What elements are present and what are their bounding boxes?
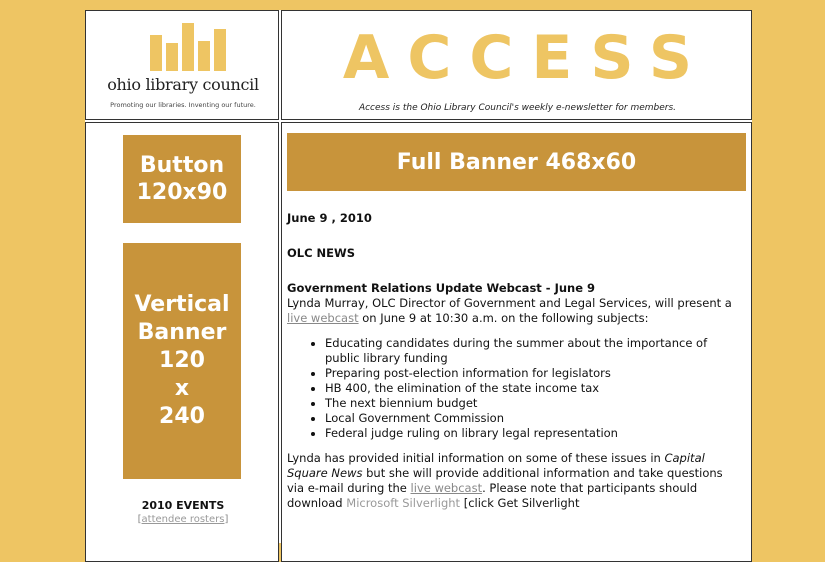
vertical-ad-line: 240 [159, 404, 205, 429]
intro-text: on June 9 at 10:30 a.m. on the following… [358, 311, 649, 325]
list-item: Educating candidates during the summer a… [325, 336, 742, 366]
article-body: June 9 , 2010 OLC NEWS Government Relati… [287, 211, 742, 511]
section-heading: OLC NEWS [287, 246, 355, 260]
article-intro: Lynda Murray, OLC Director of Government… [287, 296, 742, 326]
library-books-icon [150, 23, 226, 71]
list-item: Federal judge ruling on library legal re… [325, 426, 742, 441]
logo-name: ohio library council [107, 75, 259, 94]
article-paragraph: Lynda has provided initial information o… [287, 451, 742, 511]
bracket-close: ] [224, 514, 229, 525]
vertical-ad-line: Banner [137, 320, 227, 345]
logo-tagline: Promoting our libraries. Inventing our f… [110, 101, 256, 109]
main-content: Full Banner 468x60 June 9 , 2010 OLC NEW… [281, 122, 752, 562]
button-ad-line: Button [139, 153, 225, 178]
list-item: Preparing post-election information for … [325, 366, 742, 381]
silverlight-link[interactable]: Microsoft Silverlight [346, 496, 460, 510]
live-webcast-link-2[interactable]: live webcast [411, 481, 483, 495]
subjects-list: Educating candidates during the summer a… [287, 336, 742, 441]
vertical-ad-line: x [174, 376, 190, 401]
issue-date: June 9 , 2010 [287, 211, 372, 225]
newsletter-title: ACCESS [342, 23, 711, 93]
sidebar: Button 120x90 Vertical Banner 120 x 240 … [85, 122, 279, 562]
logo-cell: ohio library council Promoting our libra… [85, 10, 279, 120]
vertical-banner-ad[interactable]: Vertical Banner 120 x 240 [123, 243, 241, 479]
paragraph-text: [click Get Silverlight [460, 496, 580, 510]
events-heading: 2010 EVENTS [141, 499, 225, 512]
header-cell: ACCESS Access is the Ohio Library Counci… [281, 10, 752, 120]
vertical-ad-line: Vertical [134, 292, 230, 317]
list-item: Local Government Commission [325, 411, 742, 426]
article-title: Government Relations Update Webcast - Ju… [287, 281, 596, 295]
list-item: The next biennium budget [325, 396, 742, 411]
list-item: HB 400, the elimination of the state inc… [325, 381, 742, 396]
vertical-ad-line: 120 [159, 348, 205, 373]
intro-text: Lynda Murray, OLC Director of Government… [287, 296, 732, 310]
button-ad[interactable]: Button 120x90 [123, 135, 241, 223]
live-webcast-link[interactable]: live webcast [287, 311, 359, 325]
attendee-rosters-link[interactable]: attendee rosters [142, 514, 225, 525]
paragraph-text: Lynda has provided initial information o… [287, 451, 665, 465]
events-link-wrap: [attendee rosters] [86, 514, 278, 525]
full-banner-ad[interactable]: Full Banner 468x60 [287, 133, 746, 191]
button-ad-line: 120x90 [136, 180, 228, 205]
newsletter-subtitle: Access is the Ohio Library Council's wee… [358, 103, 677, 113]
newsletter-frame: ohio library council Promoting our libra… [85, 10, 752, 562]
